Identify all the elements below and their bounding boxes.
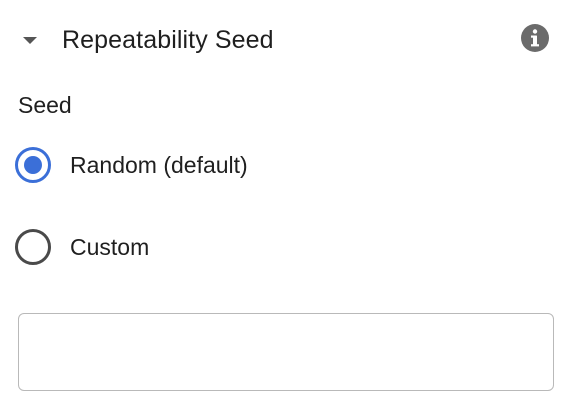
info-icon[interactable] <box>520 23 550 53</box>
radio-button-selected[interactable] <box>14 145 54 185</box>
section-header: Repeatability Seed <box>0 16 580 64</box>
radio-option-random[interactable]: Random (default) <box>14 145 248 185</box>
seed-label: Seed <box>18 92 72 118</box>
radio-option-custom[interactable]: Custom <box>14 227 149 267</box>
radio-button-unselected[interactable] <box>14 227 54 267</box>
radio-label-custom: Custom <box>70 234 150 260</box>
repeatability-seed-panel: Repeatability Seed Seed Random (default) <box>0 0 580 420</box>
radio-label-random: Random (default) <box>70 152 248 178</box>
caret-down-icon[interactable] <box>16 26 44 54</box>
section-title: Repeatability Seed <box>62 26 274 54</box>
custom-seed-input[interactable] <box>18 313 554 391</box>
